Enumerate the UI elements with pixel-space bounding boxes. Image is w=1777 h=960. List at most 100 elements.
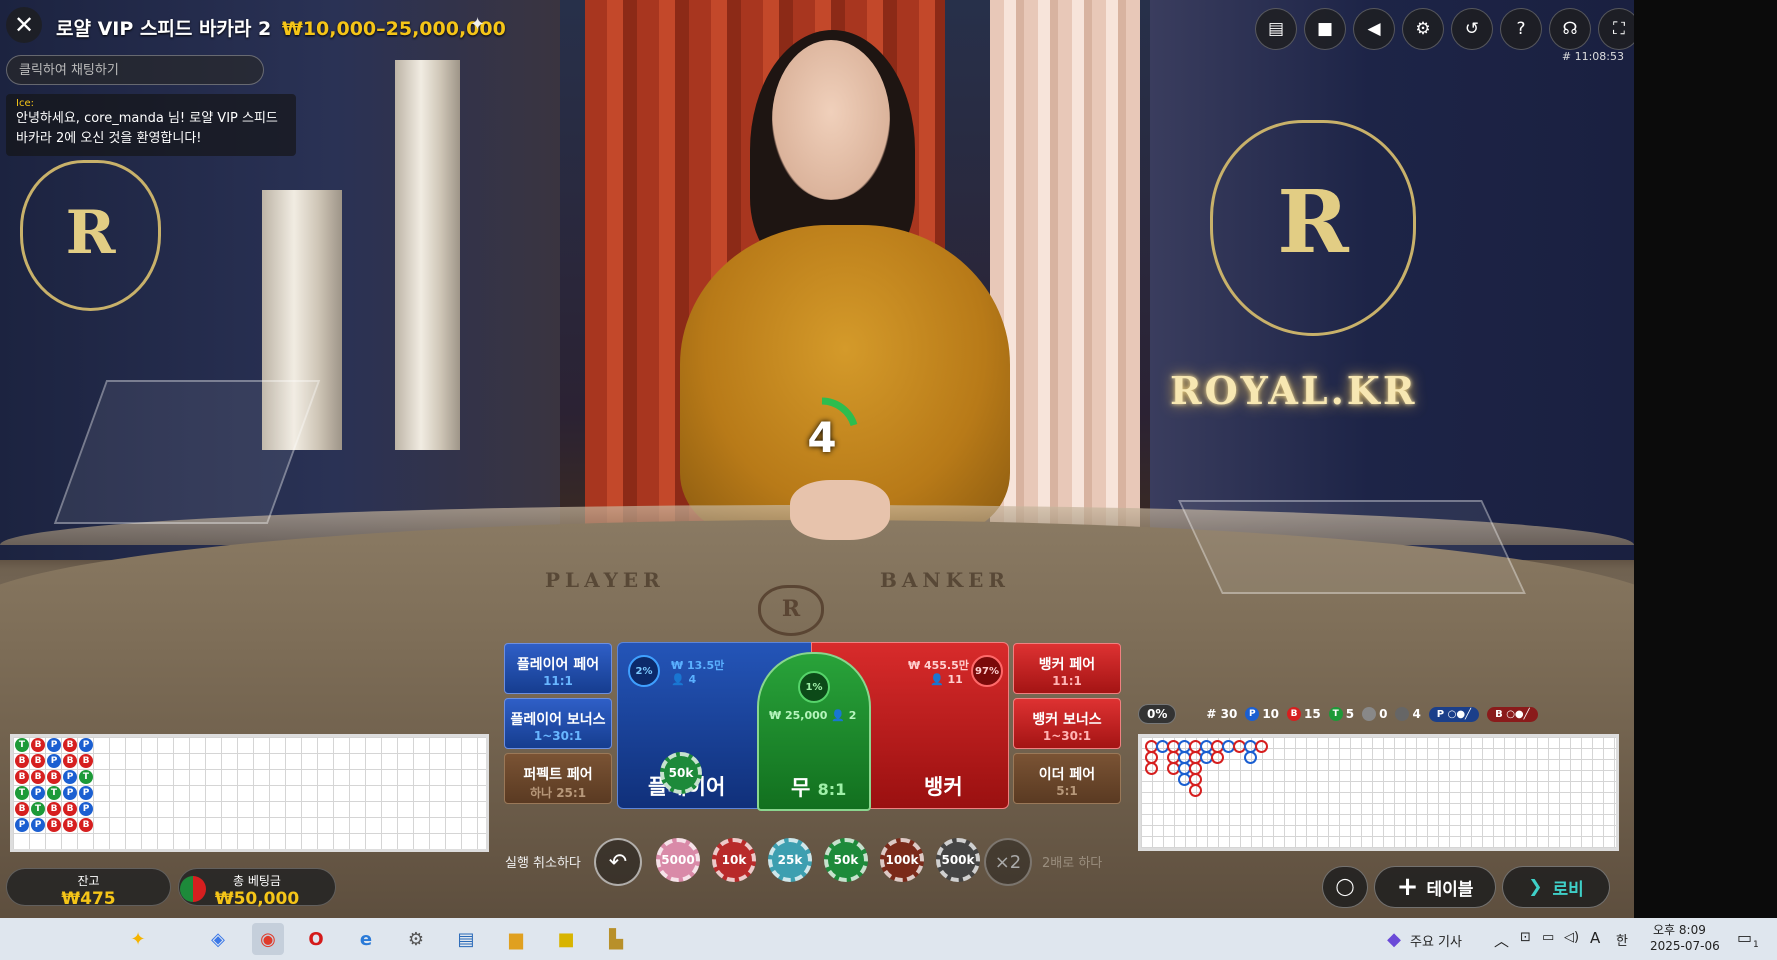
bead-P: P	[79, 738, 93, 752]
stats-player-pair-value: 0	[1379, 706, 1388, 721]
bead-B: B	[63, 738, 77, 752]
pin-icon[interactable]: ✦	[470, 14, 485, 35]
video-icon[interactable]: ■	[1304, 8, 1346, 50]
felt-crest: R	[758, 585, 824, 636]
add-table-button[interactable]: + 테이블	[1374, 866, 1496, 908]
bead-road[interactable]: TBPBPBBPBBBBBPTTPTPPBTBBPPPBBB	[10, 734, 489, 852]
dealer-hands	[790, 480, 890, 540]
sound-icon[interactable]: ◀	[1353, 8, 1395, 50]
chip-10k[interactable]: 10k	[712, 838, 756, 882]
player-bonus-label: 플레이어 보너스	[510, 712, 606, 728]
notification-icon[interactable]: ▭	[1737, 928, 1752, 947]
lobby-button[interactable]: ❯ 로비	[1502, 866, 1610, 908]
clock-time[interactable]: 오후 8:09	[1653, 921, 1706, 938]
chip-100k[interactable]: 100k	[880, 838, 924, 882]
lobby-label: 로비	[1552, 879, 1584, 900]
stats-banker-value: 15	[1304, 706, 1321, 721]
game-client-icon[interactable]: ▙	[600, 923, 632, 955]
close-button[interactable]: ✕	[6, 7, 42, 43]
tie-amount: ₩ 25,000	[769, 709, 828, 722]
pillar-left	[395, 60, 460, 450]
opera-icon[interactable]: O	[300, 923, 332, 955]
player-pair-bet[interactable]: 플레이어 페어 11:1	[504, 643, 612, 694]
banker-bonus-bet[interactable]: 뱅커 보너스 1~30:1	[1013, 698, 1121, 749]
volume-icon[interactable]: ◁)	[1564, 930, 1579, 945]
chat-icon[interactable]: ▤	[1255, 8, 1297, 50]
dealer-face	[772, 40, 890, 200]
big-road-mark-B	[1189, 784, 1202, 797]
bead-T: T	[15, 738, 29, 752]
balance-value: ₩475	[61, 889, 116, 909]
either-pair-bet[interactable]: 이더 페어 5:1	[1013, 753, 1121, 804]
help-icon[interactable]: ?	[1500, 8, 1542, 50]
big-road-mark-B	[1145, 762, 1158, 775]
double-label: 2배로 하다	[1042, 856, 1103, 871]
app-icon[interactable]: ⚙	[400, 923, 432, 955]
pillar-right	[990, 0, 1140, 560]
banker-pair-bet[interactable]: 뱅커 페어 11:1	[1013, 643, 1121, 694]
banker-pair-odds: 11:1	[1052, 674, 1082, 688]
stats-banker-pair-value: 4	[1412, 706, 1421, 721]
double-button[interactable]: ×2	[984, 838, 1032, 886]
chat-bubble-icon: ◯	[1335, 877, 1355, 897]
bead-B: B	[47, 802, 61, 816]
bead-B: B	[15, 770, 29, 784]
bead-P: P	[31, 818, 45, 832]
chip-50k[interactable]: 50k	[824, 838, 868, 882]
royal-crest-left: R	[20, 160, 161, 311]
card-shoe	[1178, 500, 1526, 594]
player-bonus-bet[interactable]: 플레이어 보너스 1~30:1	[504, 698, 612, 749]
history-icon[interactable]: ↺	[1451, 8, 1493, 50]
player-amount: ₩ 13.5만	[671, 659, 725, 672]
bead-B: B	[79, 754, 93, 768]
banker-bonus-odds: 1~30:1	[1042, 729, 1092, 743]
banker-count: 👤 11	[930, 673, 963, 686]
undo-label: 실행 취소하다	[505, 856, 581, 871]
copilot-icon[interactable]: ◈	[202, 923, 234, 955]
news-label[interactable]: 주요 기사	[1410, 931, 1462, 950]
bead-P: P	[79, 802, 93, 816]
chat-toggle-button[interactable]: ◯	[1322, 866, 1368, 908]
road-stats: 0% # 30 P 10 B 15 T5 0 4 P ○●╱ B ○●╱	[1138, 702, 1618, 726]
timer-number: 4	[807, 413, 837, 462]
news-icon[interactable]: ◆	[1378, 923, 1410, 955]
ime-mode[interactable]: A	[1590, 929, 1600, 947]
copilot-sparkle-icon[interactable]: ✦	[122, 923, 154, 955]
undo-button[interactable]: ↶	[594, 838, 642, 886]
banker-pair-dot-icon	[1395, 707, 1410, 722]
banker-bonus-label: 뱅커 보너스	[1032, 712, 1102, 728]
player-predict-button[interactable]: P ○●╱	[1428, 706, 1480, 722]
royal-crest-right: R	[1210, 120, 1416, 336]
chrome-icon[interactable]: ◉	[252, 923, 284, 955]
shortcut-icon[interactable]: ▤	[450, 923, 482, 955]
display-icon[interactable]: ▭	[1542, 930, 1554, 945]
network-icon[interactable]: ⊡	[1520, 930, 1531, 945]
chip-500k[interactable]: 500k	[936, 838, 980, 882]
tie-bet[interactable]: 1% ₩ 25,000 👤 2 무 8:1	[757, 652, 871, 811]
banker-amount: ₩ 455.5만	[908, 659, 969, 672]
clock-date[interactable]: 2025-07-06	[1650, 939, 1720, 953]
bead-T: T	[79, 770, 93, 784]
file-explorer-icon[interactable]: ▆	[500, 923, 532, 955]
bead-B: B	[15, 754, 29, 768]
tie-odds: 8:1	[817, 780, 847, 799]
chip-25k[interactable]: 25k	[768, 838, 812, 882]
perfect-pair-bet[interactable]: 퍼펙트 페어 하나 25:1	[504, 753, 612, 804]
tray-chevron-icon[interactable]: ︿	[1494, 930, 1509, 951]
brand-sign: ROYAL.KR	[1170, 368, 1418, 413]
banker-predict-button[interactable]: B ○●╱	[1487, 706, 1538, 722]
sticky-notes-icon[interactable]: ■	[550, 923, 582, 955]
bead-B: B	[79, 818, 93, 832]
table-title: 로얄 VIP 스피드 바카라 2 ₩10,000–25,000,000	[56, 14, 506, 41]
edge-icon[interactable]: e	[350, 923, 382, 955]
chat-input[interactable]: 클릭하여 채팅하기	[6, 55, 264, 85]
big-road[interactable]	[1138, 734, 1619, 851]
chip-5000[interactable]: 5000	[656, 838, 700, 882]
app-window: R R ROYAL.KR PLAYER BANKER R 4 ✕ 로얄 VIP …	[0, 0, 1777, 960]
notification-count: 1	[1753, 940, 1759, 950]
felt-banker-label: BANKER	[880, 568, 1010, 592]
support-icon[interactable]: ☊	[1549, 8, 1591, 50]
undo-icon: ↶	[608, 849, 628, 875]
settings-icon[interactable]: ⚙	[1402, 8, 1444, 50]
ime-language[interactable]: 한	[1616, 930, 1628, 949]
